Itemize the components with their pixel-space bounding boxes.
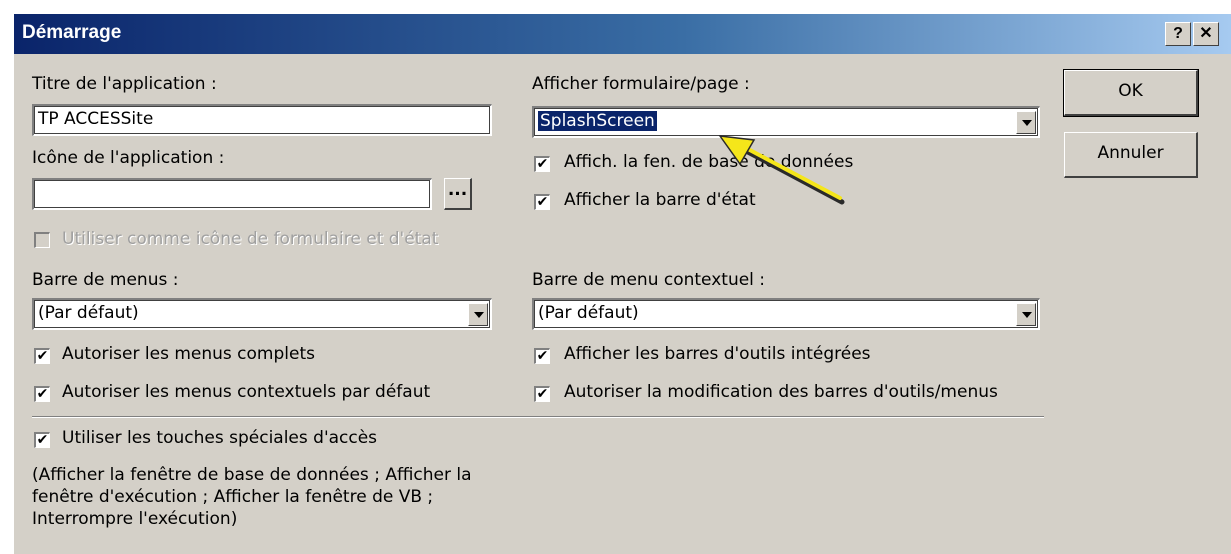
app-title-input[interactable]: TP ACCESSite — [32, 104, 492, 136]
default-shortcut-menus-checkbox[interactable]: ✔ — [34, 386, 50, 402]
builtin-toolbars-checkbox[interactable]: ✔ — [534, 348, 550, 364]
startup-dialog: Démarrage ? ✕ Titre de l'application : T… — [14, 14, 1231, 554]
close-button[interactable]: ✕ — [1193, 22, 1219, 46]
shortcut-menu-bar-select[interactable]: (Par défaut) — [532, 298, 1040, 330]
show-db-window-checkbox[interactable]: ✔ — [534, 156, 550, 172]
default-shortcut-menus-label: Autoriser les menus contextuels par défa… — [62, 382, 431, 402]
display-form-label: Afficher formulaire/page : — [532, 74, 750, 94]
display-form-value: SplashScreen — [538, 111, 657, 131]
chevron-down-icon[interactable] — [1016, 111, 1036, 134]
use-icon-checkbox[interactable] — [34, 232, 50, 248]
browse-icon-button[interactable]: ... — [444, 178, 472, 210]
toolbar-changes-checkbox[interactable]: ✔ — [534, 386, 550, 402]
menu-bar-label: Barre de menus : — [32, 270, 179, 290]
ok-button[interactable]: OK — [1063, 69, 1199, 117]
show-status-bar-checkbox[interactable]: ✔ — [534, 194, 550, 210]
app-icon-input[interactable] — [32, 178, 432, 210]
chevron-down-icon[interactable] — [468, 303, 488, 326]
help-button[interactable]: ? — [1165, 22, 1191, 46]
builtin-toolbars-label: Afficher les barres d'outils intégrées — [564, 344, 871, 364]
special-keys-checkbox[interactable]: ✔ — [34, 432, 50, 448]
menu-bar-value: (Par défaut) — [38, 303, 139, 323]
window-title: Démarrage — [22, 22, 122, 43]
title-bar: Démarrage ? ✕ — [14, 14, 1231, 54]
special-keys-note: (Afficher la fenêtre de base de données … — [32, 465, 472, 529]
cancel-button[interactable]: Annuler — [1064, 132, 1198, 178]
toolbar-changes-label: Autoriser la modification des barres d'o… — [564, 382, 998, 402]
chevron-down-icon[interactable] — [1016, 303, 1036, 326]
background-edge — [0, 0, 14, 554]
app-icon-label: Icône de l'application : — [32, 148, 225, 168]
full-menus-checkbox[interactable]: ✔ — [34, 348, 50, 364]
arrow-annotation-icon — [718, 135, 845, 205]
menu-bar-select[interactable]: (Par défaut) — [32, 298, 492, 330]
app-title-label: Titre de l'application : — [32, 74, 217, 94]
special-keys-label: Utiliser les touches spéciales d'accès — [62, 428, 378, 448]
shortcut-menu-bar-value: (Par défaut) — [538, 303, 639, 323]
shortcut-menu-bar-label: Barre de menu contextuel : — [532, 270, 766, 290]
use-icon-label: Utiliser comme icône de formulaire et d'… — [62, 229, 439, 249]
full-menus-label: Autoriser les menus complets — [62, 344, 315, 364]
separator — [32, 416, 1044, 418]
